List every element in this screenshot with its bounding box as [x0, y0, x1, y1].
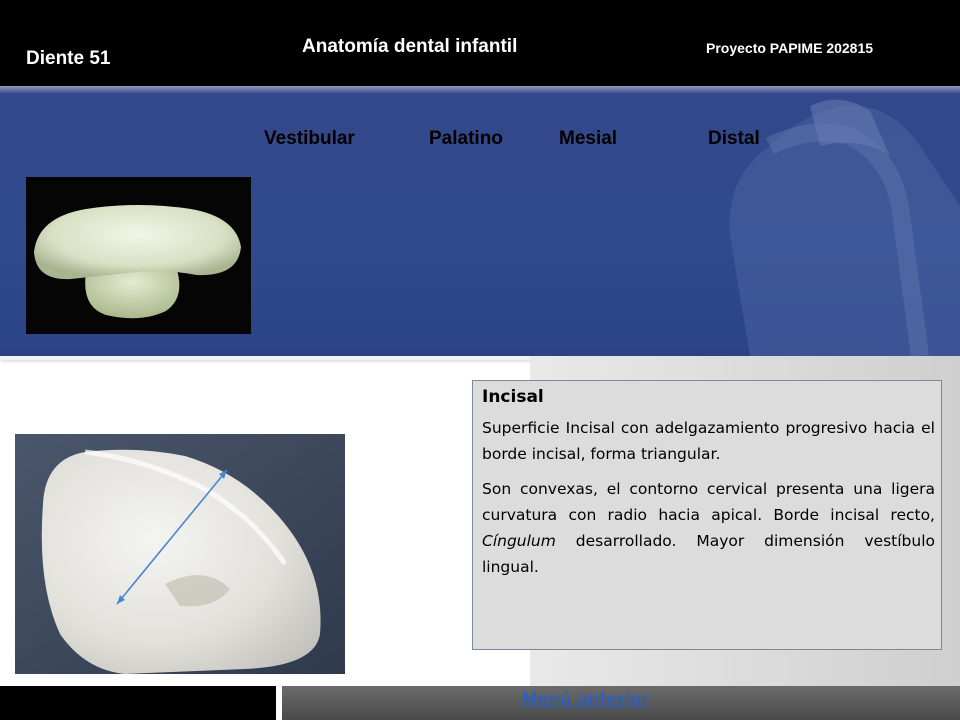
description-box: Incisal Superficie Incisal con adelgazam… [472, 380, 942, 650]
tab-distal[interactable]: Distal [708, 128, 760, 150]
description-paragraph-2-text: Son convexas, el contorno cervical prese… [482, 480, 935, 524]
tab-vestibular[interactable]: Vestibular [264, 128, 355, 150]
footer-left-bar [0, 686, 276, 720]
description-heading: Incisal [482, 387, 544, 407]
tab-palatino[interactable]: Palatino [429, 128, 503, 150]
cingulum-term: Cíngulum [482, 532, 556, 550]
tab-mesial[interactable]: Mesial [559, 128, 617, 150]
view-tabs: Vestibular Palatino Mesial Distal [0, 128, 960, 156]
tooth-label: Diente 51 [26, 48, 111, 69]
header-bar: Diente 51 Anatomía dental infantil Proye… [0, 0, 960, 90]
page-title: Anatomía dental infantil [302, 36, 518, 57]
description-paragraph-1: Superficie Incisal con adelgazamiento pr… [482, 419, 935, 463]
decorative-tooth-watermark [690, 86, 960, 356]
project-label: Proyecto PAPIME 202815 [706, 40, 874, 56]
previous-menu-link[interactable]: Menú anterior [522, 689, 649, 710]
tooth-photo-incisal-large [15, 434, 345, 674]
tooth-photo-incisal-small [26, 177, 251, 334]
description-paragraph-2: Son convexas, el contorno cervical prese… [482, 476, 935, 580]
